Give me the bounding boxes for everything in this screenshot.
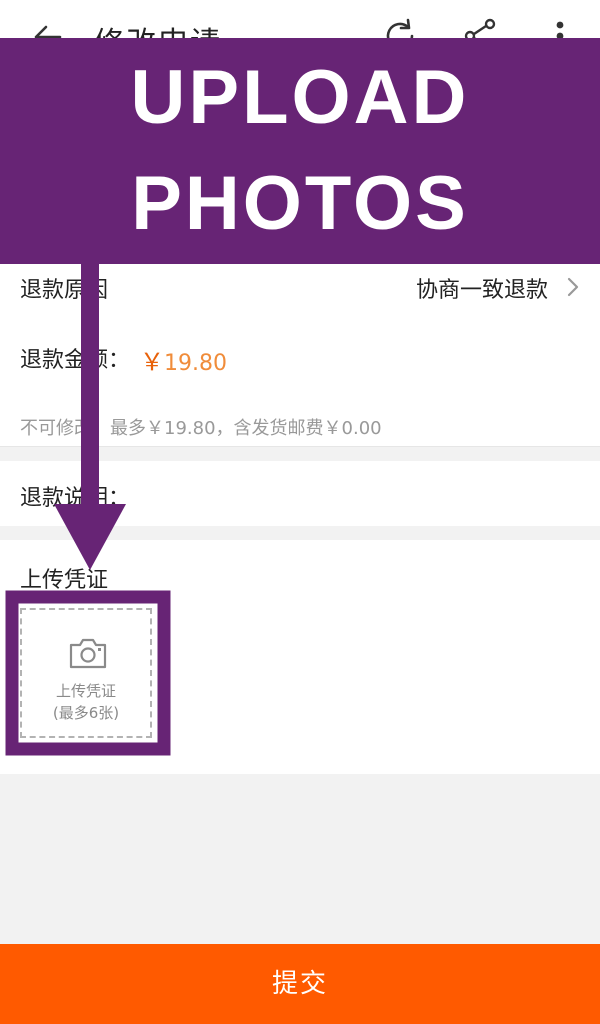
chevron-right-icon[interactable] (564, 276, 582, 298)
upload-box-label: 上传凭证 (55, 682, 116, 700)
currency-symbol: ￥ (140, 348, 164, 376)
submit-button[interactable]: 提交 (0, 944, 600, 1024)
camera-icon (68, 636, 108, 670)
upload-photo-button[interactable]: 上传凭证 (最多6张) (20, 608, 152, 738)
upload-box-hint: (最多6张) (52, 704, 120, 722)
refund-amount-note: 不可修改，最多￥19.80，含发货邮费￥0.00 (20, 418, 382, 439)
refund-description-field[interactable]: 退款说明： (20, 480, 130, 512)
upload-photos-banner: UPLOAD PHOTOS (0, 38, 600, 264)
banner-text-line-2: PHOTOS (131, 161, 469, 246)
refund-reason-select[interactable]: 协商一致退款 (416, 272, 548, 304)
banner-text-line-1: UPLOAD (130, 55, 470, 140)
upload-section-title: 上传凭证 (20, 568, 109, 593)
refund-reason-label: 退款原因 (20, 278, 109, 303)
refund-amount-label: 退款金额： (20, 348, 131, 373)
section-divider (0, 446, 600, 461)
upload-section: 上传凭证 上传凭证 (最多6张) (0, 540, 600, 774)
refund-amount-value: ￥19.80 (140, 342, 227, 377)
refund-amount-number: 19.80 (164, 351, 227, 376)
